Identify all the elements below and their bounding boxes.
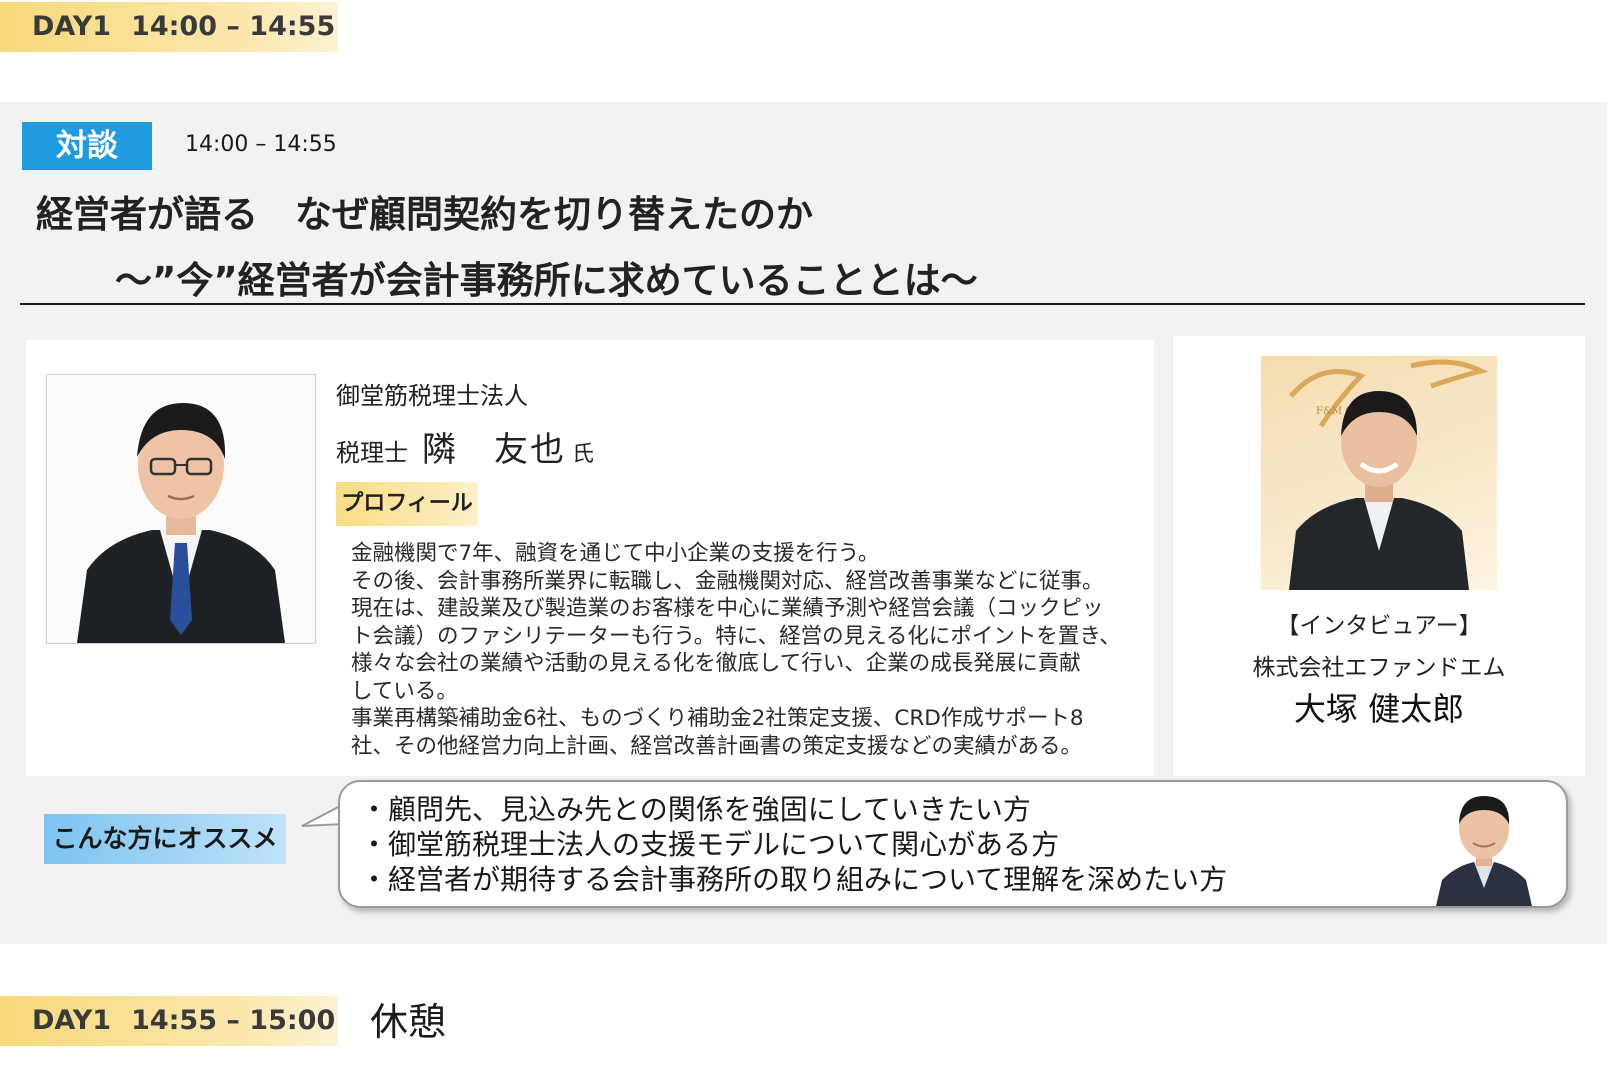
profile-line: 現在は、建設業及び製造業のお客様を中心に業績予測や経営会議（コックピッ	[351, 596, 1104, 621]
speaker-name: 隣 友也	[422, 430, 566, 470]
interviewer-company: 株式会社エファンドエム	[1252, 655, 1506, 681]
bubble-person-photo	[1428, 788, 1538, 906]
interviewer-label: 【インタビュアー】	[1276, 613, 1482, 639]
interviewer-photo: F&M CO.,LTD.	[1261, 356, 1497, 590]
interviewer-name: 大塚 健太郎	[1293, 690, 1465, 728]
recommend-item: ・御堂筋税理士法人の支援モデルについて関心がある方	[360, 828, 1060, 861]
time-label: 14:00 – 14:55	[131, 11, 336, 42]
speaker-role: 税理士	[336, 439, 408, 467]
speaker-organization: 御堂筋税理士法人	[336, 382, 528, 410]
speaker-photo	[46, 374, 316, 644]
recommend-item: ・経営者が期待する会計事務所の取り組みについて理解を深めたい方	[360, 863, 1228, 896]
day-label: DAY1	[32, 11, 112, 42]
profile-line: している。	[351, 678, 458, 704]
profile-line: 金融機関で7年、融資を通じて中小企業の支援を行う。	[351, 541, 880, 566]
profile-line: ト会議）のファシリテーターも行う。特に、経営の見える化にポイントを置き、	[351, 623, 1121, 649]
recommend-list: ・顧問先、見込み先との関係を強固にしていきたい方 ・御堂筋税理士法人の支援モデル…	[360, 792, 1227, 897]
session-type-badge: 対談	[22, 122, 152, 170]
speaker-honorific: 氏	[572, 442, 595, 467]
session-time: 14:00 – 14:55	[185, 132, 337, 157]
day-time-badge-break: DAY1 14:55 – 15:00	[0, 996, 338, 1046]
profile-line: 様々な会社の業績や活動の見える化を徹底して行い、企業の成長発展に貢献	[351, 651, 1081, 676]
profile-line: 事業再構築補助金6社、ものづくり補助金2社策定支援、CRD作成サポート8	[351, 706, 1084, 731]
profile-badge: プロフィール	[336, 482, 478, 526]
recommend-item: ・顧問先、見込み先との関係を強固にしていきたい方	[360, 793, 1031, 826]
recommend-bubble: ・顧問先、見込み先との関係を強固にしていきたい方 ・御堂筋税理士法人の支援モデル…	[338, 780, 1568, 908]
profile-line: 社、その他経営力向上計画、経営改善計画書の策定支援などの実績がある。	[351, 733, 1083, 759]
time-label: 14:55 – 15:00	[131, 1005, 336, 1036]
session-subtitle: ～”今”経営者が会計事務所に求めていることとは～	[115, 259, 978, 302]
recommend-label: こんな方にオススメ	[44, 814, 286, 864]
title-divider	[20, 303, 1585, 305]
interviewer-card: F&M CO.,LTD. 【インタビュアー】 株式会社エファンドエム 大塚 健太…	[1173, 336, 1585, 776]
profile-line: その後、会計事務所業界に転職し、金融機関対応、経営改善事業などに従事。	[351, 568, 1104, 594]
profile-text: 金融機関で7年、融資を通じて中小企業の支援を行う。 その後、会計事務所業界に転職…	[351, 540, 1131, 760]
break-title: 休憩	[370, 1000, 447, 1044]
speaker-name-row: 税理士隣 友也氏	[336, 422, 594, 471]
session-title: 経営者が語る なぜ顧問契約を切り替えたのか	[36, 193, 813, 236]
session-section: 対談 14:00 – 14:55 経営者が語る なぜ顧問契約を切り替えたのか ～…	[0, 102, 1607, 944]
day-label: DAY1	[32, 1005, 112, 1036]
speaker-card: 御堂筋税理士法人 税理士隣 友也氏 プロフィール 金融機関で7年、融資を通じて中…	[26, 340, 1154, 776]
day-time-badge: DAY1 14:00 – 14:55	[0, 2, 338, 52]
